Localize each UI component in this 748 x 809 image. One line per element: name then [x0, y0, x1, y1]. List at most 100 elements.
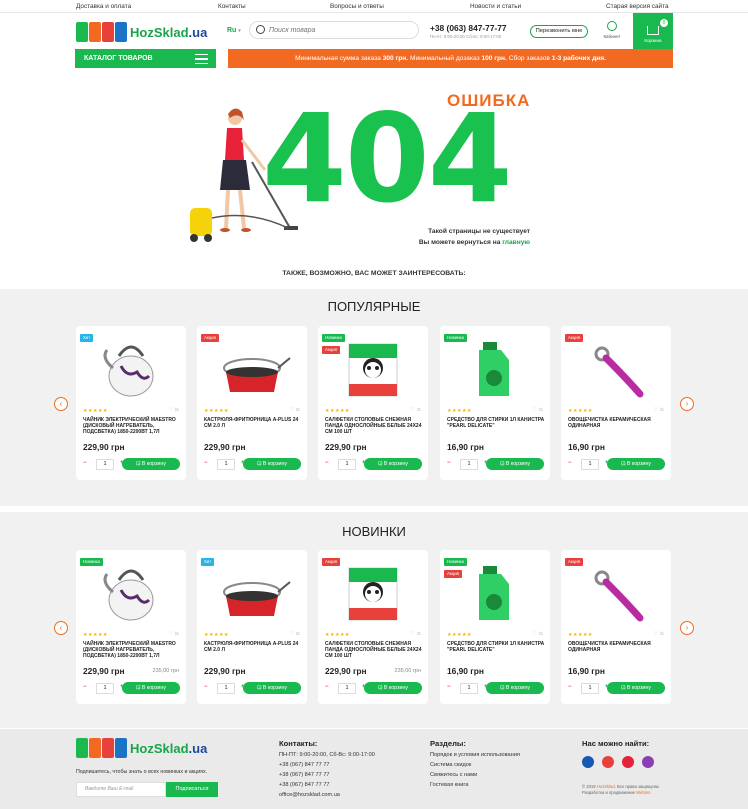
language-switcher[interactable]: Ru ▾: [227, 27, 241, 34]
quantity-input[interactable]: 1: [217, 459, 235, 470]
wishlist-compare-icons[interactable]: ♡ ⚖: [290, 631, 300, 637]
quantity-input[interactable]: 1: [338, 459, 356, 470]
subscribe-email-input[interactable]: Введите Ваш E-mail: [76, 782, 166, 797]
wishlist-compare-icons[interactable]: ♡ ⚖: [533, 631, 543, 637]
phone-number[interactable]: +38 (063) 847-77-77: [430, 23, 507, 33]
topbar-link-news[interactable]: Новости и статьи: [470, 3, 521, 10]
cart-button[interactable]: 0 Корзина: [633, 13, 673, 49]
product-name[interactable]: ОВОЩЕЧИСТКА КЕРАМИЧЕСКАЯ ОДИНАРНАЯ: [568, 641, 666, 653]
quantity-input[interactable]: 1: [581, 683, 599, 694]
add-to-cart-button[interactable]: ⊡ В корзину: [122, 682, 180, 694]
add-to-cart-button[interactable]: ⊡ В корзину: [243, 682, 301, 694]
product-card[interactable]: Акция ★★★★★ ♡ ⚖ ОВОЩЕЧИСТКА КЕРАМИЧЕСКАЯ ОД…: [561, 550, 671, 704]
product-image[interactable]: [212, 338, 292, 400]
subscribe-button[interactable]: Подписаться: [166, 782, 218, 797]
quantity-input[interactable]: 1: [460, 459, 478, 470]
wishlist-compare-icons[interactable]: ♡ ⚖: [169, 407, 179, 413]
wishlist-compare-icons[interactable]: ♡ ⚖: [169, 631, 179, 637]
minus-button[interactable]: −: [447, 684, 451, 690]
footer-link-guestbook[interactable]: Гостевая книга: [430, 782, 468, 788]
product-card[interactable]: Новинка Акция ★★★★★ ♡ ⚖ САЛФЕТКИ СТОЛОВЫЕ СН…: [318, 326, 428, 480]
wishlist-compare-icons[interactable]: ♡ ⚖: [654, 407, 664, 413]
quantity-input[interactable]: 1: [96, 683, 114, 694]
minus-button[interactable]: −: [447, 460, 451, 466]
product-image[interactable]: [91, 562, 171, 624]
footer-email[interactable]: office@hozsklad.com.ua: [279, 792, 340, 798]
minus-button[interactable]: −: [204, 684, 208, 690]
add-to-cart-button[interactable]: ⊡ В корзину: [607, 458, 665, 470]
quantity-input[interactable]: 1: [581, 459, 599, 470]
footer-link-discounts[interactable]: Система скидок: [430, 762, 471, 768]
developer-link[interactable]: Webmo: [636, 790, 650, 795]
footer-phone[interactable]: +38 (067) 847 77 77: [279, 772, 330, 778]
footer-phone[interactable]: +38 (067) 847 77 77: [279, 782, 330, 788]
cabinet-button[interactable]: Кабинет: [600, 21, 624, 39]
product-name[interactable]: КАСТРЮЛЯ-ФРИТЮРНИЦА A-PLUS 24 СМ 2.0 Л: [204, 641, 302, 653]
add-to-cart-button[interactable]: ⊡ В корзину: [364, 682, 422, 694]
new-next-arrow[interactable]: ›: [680, 621, 694, 635]
product-image[interactable]: [576, 562, 656, 624]
minus-button[interactable]: −: [204, 460, 208, 466]
quantity-input[interactable]: 1: [460, 683, 478, 694]
product-card[interactable]: Новинка ★★★★★ ♡ ⚖ СРЕДСТВО ДЛЯ СТИРКИ 1Л КА…: [440, 326, 550, 480]
minus-button[interactable]: −: [325, 684, 329, 690]
youtube-icon[interactable]: [622, 756, 634, 768]
add-to-cart-button[interactable]: ⊡ В корзину: [243, 458, 301, 470]
logo[interactable]: HozSklad.ua: [76, 20, 207, 44]
search-icon[interactable]: [256, 25, 265, 34]
minus-button[interactable]: −: [568, 460, 572, 466]
add-to-cart-button[interactable]: ⊡ В корзину: [607, 682, 665, 694]
product-image[interactable]: [576, 338, 656, 400]
footer-logo[interactable]: HozSklad.ua: [76, 738, 207, 758]
product-name[interactable]: СРЕДСТВО ДЛЯ СТИРКИ 1Л КАНИСТРА "PEARL D…: [447, 417, 545, 429]
product-name[interactable]: СРЕДСТВО ДЛЯ СТИРКИ 1Л КАНИСТРА "PEARL D…: [447, 641, 545, 653]
product-image[interactable]: [333, 338, 413, 400]
minus-button[interactable]: −: [83, 684, 87, 690]
product-image[interactable]: [455, 338, 535, 400]
wishlist-compare-icons[interactable]: ♡ ⚖: [533, 407, 543, 413]
footer-phone[interactable]: +38 (067) 847 77 77: [279, 762, 330, 768]
wishlist-compare-icons[interactable]: ♡ ⚖: [290, 407, 300, 413]
product-card[interactable]: Акция ★★★★★ ♡ ⚖ ОВОЩЕЧИСТКА КЕРАМИЧЕСКАЯ ОД…: [561, 326, 671, 480]
quantity-input[interactable]: 1: [217, 683, 235, 694]
wishlist-compare-icons[interactable]: ♡ ⚖: [654, 631, 664, 637]
footer-link-contact-us[interactable]: Свяжитесь с нами: [430, 772, 477, 778]
product-image[interactable]: [455, 562, 535, 624]
minus-button[interactable]: −: [325, 460, 329, 466]
topbar-link-faq[interactable]: Вопросы и ответы: [330, 3, 384, 10]
product-image[interactable]: [91, 338, 171, 400]
callback-button[interactable]: Перезвонить мне: [530, 25, 588, 38]
quantity-input[interactable]: 1: [96, 459, 114, 470]
product-card[interactable]: Новинка Акция ★★★★★ ♡ ⚖ СРЕДСТВО ДЛЯ СТИРКИ …: [440, 550, 550, 704]
product-image[interactable]: [333, 562, 413, 624]
home-link[interactable]: главную: [502, 239, 530, 246]
product-card[interactable]: Хит ★★★★★ ♡ ⚖ ЧАЙНИК ЭЛЕКТРИЧЕСКИЙ MAESTRO …: [76, 326, 186, 480]
product-name[interactable]: САЛФЕТКИ СТОЛОВЫЕ СНЕЖНАЯ ПАНДА ОДНОСЛОЙ…: [325, 641, 423, 660]
add-to-cart-button[interactable]: ⊡ В корзину: [486, 458, 544, 470]
popular-next-arrow[interactable]: ›: [680, 397, 694, 411]
quantity-input[interactable]: 1: [338, 683, 356, 694]
wishlist-compare-icons[interactable]: ♡ ⚖: [411, 407, 421, 413]
footer-link-terms[interactable]: Порядок и условия использования: [430, 752, 520, 758]
viber-icon[interactable]: [642, 756, 654, 768]
wishlist-compare-icons[interactable]: ♡ ⚖: [411, 631, 421, 637]
add-to-cart-button[interactable]: ⊡ В корзину: [122, 458, 180, 470]
product-name[interactable]: ЧАЙНИК ЭЛЕКТРИЧЕСКИЙ MAESTRO (ДИСКОВЫЙ Н…: [83, 417, 181, 436]
product-card[interactable]: Акция ★★★★★ ♡ ⚖ КАСТРЮЛЯ-ФРИТЮРНИЦА A-PLUS …: [197, 326, 307, 480]
minus-button[interactable]: −: [83, 460, 87, 466]
product-image[interactable]: [212, 562, 292, 624]
product-name[interactable]: САЛФЕТКИ СТОЛОВЫЕ СНЕЖНАЯ ПАНДА ОДНОСЛОЙ…: [325, 417, 423, 436]
product-card[interactable]: Новинка ★★★★★ ♡ ⚖ ЧАЙНИК ЭЛЕКТРИЧЕСКИЙ MAES…: [76, 550, 186, 704]
product-card[interactable]: Хит ★★★★★ ♡ ⚖ КАСТРЮЛЯ-ФРИТЮРНИЦА A-PLUS 24…: [197, 550, 307, 704]
new-prev-arrow[interactable]: ‹: [54, 621, 68, 635]
product-name[interactable]: ОВОЩЕЧИСТКА КЕРАМИЧЕСКАЯ ОДИНАРНАЯ: [568, 417, 666, 429]
topbar-link-old-site[interactable]: Старая версия сайта: [606, 3, 669, 10]
add-to-cart-button[interactable]: ⊡ В корзину: [364, 458, 422, 470]
product-card[interactable]: Акция ★★★★★ ♡ ⚖ САЛФЕТКИ СТОЛОВЫЕ СНЕЖНАЯ П…: [318, 550, 428, 704]
catalog-menu-button[interactable]: КАТАЛОГ ТОВАРОВ: [75, 49, 216, 68]
minus-button[interactable]: −: [568, 684, 572, 690]
facebook-icon[interactable]: [582, 756, 594, 768]
product-name[interactable]: КАСТРЮЛЯ-ФРИТЮРНИЦА A-PLUS 24 СМ 2.0 Л: [204, 417, 302, 429]
instagram-icon[interactable]: [602, 756, 614, 768]
product-name[interactable]: ЧАЙНИК ЭЛЕКТРИЧЕСКИЙ MAESTRO (ДИСКОВЫЙ Н…: [83, 641, 181, 660]
